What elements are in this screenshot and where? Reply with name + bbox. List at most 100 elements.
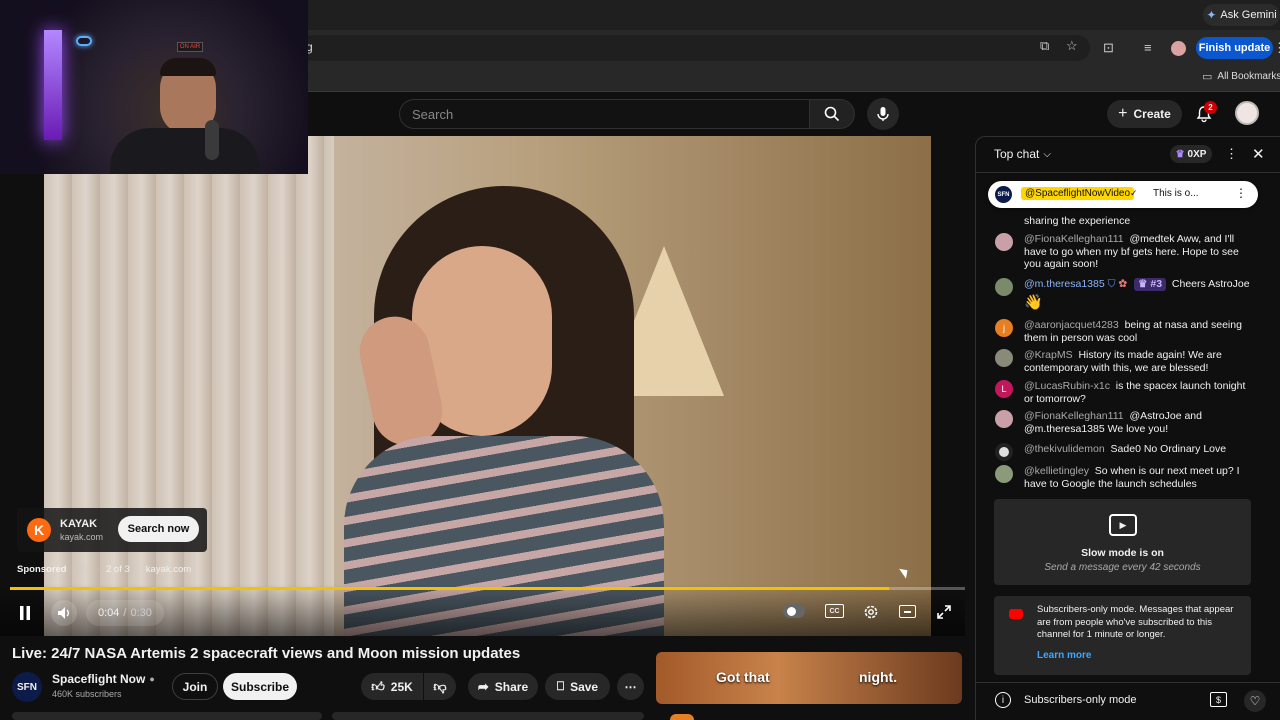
- slow-mode-subtitle: Send a message every 42 seconds: [1044, 562, 1201, 573]
- pause-button[interactable]: [14, 602, 36, 624]
- dot-separator: ·: [96, 564, 100, 575]
- time-total: 0:30: [130, 607, 152, 619]
- ask-gemini-button[interactable]: ✦ Ask Gemini: [1203, 4, 1280, 26]
- chat-message[interactable]: @KrapMS History its made again! We are c…: [995, 349, 1257, 374]
- subscribers-notice-text: Subscribers-only mode. Messages that app…: [1037, 604, 1234, 640]
- on-air-sign: ON AIR: [177, 42, 203, 52]
- member-badge-icon: ✿: [1118, 278, 1128, 290]
- info-icon[interactable]: i: [995, 692, 1011, 708]
- chat-avatar-letter: j: [1003, 322, 1005, 333]
- ad-card[interactable]: K KAYAK kayak.com Search now: [17, 508, 207, 552]
- chat-message[interactable]: @FionaKelleghan111 @AstroJoe and @m.ther…: [995, 410, 1257, 435]
- voice-search-button[interactable]: [867, 98, 899, 130]
- time-current: 0:04: [98, 607, 120, 619]
- microphone-icon: [877, 107, 889, 121]
- chat-message[interactable]: @FionaKelleghan111 @medtek Aww, and I'll…: [995, 233, 1257, 271]
- address-bar[interactable]: g ⧉ ☆: [300, 35, 1090, 61]
- notification-badge: 2: [1204, 101, 1217, 114]
- captions-button[interactable]: CC: [825, 604, 844, 618]
- chat-author[interactable]: @kellietingley: [1024, 465, 1089, 477]
- pinned-message[interactable]: SFN @SpaceflightNowVideo ✓ This is o... …: [988, 181, 1258, 208]
- bookmark-star-icon[interactable]: ☆: [1066, 38, 1078, 54]
- chat-message[interactable]: @thekivulidemon Sade0 No Ordinary Love: [995, 443, 1257, 461]
- dislike-button[interactable]: 👎︎: [424, 673, 456, 700]
- reading-list-icon[interactable]: ≡: [1144, 40, 1152, 55]
- join-button[interactable]: Join: [172, 673, 218, 700]
- channel-avatar-text: SFN: [17, 681, 37, 693]
- folder-icon: ▭: [1202, 71, 1213, 83]
- chat-author[interactable]: @aaronjacquet4283: [1024, 319, 1119, 331]
- partial-message: sharing the experience: [1024, 215, 1131, 227]
- pinned-menu-icon[interactable]: ⋮: [1235, 186, 1247, 200]
- learn-more-link[interactable]: Learn more: [1037, 650, 1091, 661]
- advertiser-domain: kayak.com: [60, 532, 104, 542]
- search-placeholder: Search: [412, 106, 454, 122]
- search-input[interactable]: Search: [399, 99, 809, 129]
- all-bookmarks[interactable]: ▭ All Bookmarks: [1202, 70, 1280, 83]
- recommendation-placeholder: [332, 712, 644, 720]
- video-frame[interactable]: [44, 136, 931, 636]
- more-actions-button[interactable]: ⋯: [617, 673, 644, 700]
- create-button[interactable]: + Create: [1107, 100, 1182, 128]
- slow-mode-card: ▶ Slow mode is on Send a message every 4…: [994, 499, 1251, 585]
- like-button[interactable]: 👍︎ 25K: [361, 673, 423, 700]
- settings-button[interactable]: [861, 602, 881, 622]
- pause-icon: [20, 606, 30, 620]
- search-now-button[interactable]: Search now: [118, 516, 199, 542]
- recommendation-thumbnail[interactable]: Got that night.: [656, 652, 962, 704]
- heart-reaction-button[interactable]: ♡: [1244, 690, 1266, 712]
- save-button[interactable]: ⎕ Save: [545, 673, 610, 700]
- chat-author[interactable]: @m.theresa1385: [1024, 278, 1105, 290]
- cast-icon[interactable]: ⧉: [1040, 38, 1049, 54]
- chat-author[interactable]: @FionaKelleghan111: [1024, 233, 1124, 245]
- xp-badge[interactable]: ♛ 0XP: [1170, 145, 1212, 163]
- chat-menu-icon[interactable]: ⋮: [1225, 146, 1238, 162]
- channel-name[interactable]: Spaceflight Now: [52, 672, 145, 686]
- chat-message[interactable]: @kellietingley So when is our next meet …: [995, 465, 1257, 490]
- close-chat-button[interactable]: ✕: [1252, 145, 1265, 163]
- channel-avatar[interactable]: SFN: [12, 672, 42, 702]
- curtain: [44, 136, 334, 636]
- chat-avatar: [995, 443, 1013, 461]
- chat-mode-selector[interactable]: Top chat ⌵: [994, 147, 1051, 161]
- channel-name-row[interactable]: Spaceflight Now ●: [52, 672, 155, 686]
- browser-menu-icon[interactable]: ⋮: [1273, 40, 1280, 56]
- chat-mode-label: Top chat: [994, 147, 1040, 161]
- autoplay-toggle[interactable]: [783, 604, 805, 618]
- thumbnail-caption-right: night.: [859, 669, 898, 685]
- super-chat-button[interactable]: $: [1210, 692, 1227, 707]
- chat-author[interactable]: @KrapMS: [1024, 349, 1073, 361]
- recommendation-channel-avatar[interactable]: [670, 714, 694, 720]
- chat-avatar-letter: L: [1001, 383, 1007, 394]
- notifications-button[interactable]: 2: [1193, 101, 1217, 125]
- streamer-body: [110, 128, 260, 174]
- ad-domain-link[interactable]: kayak.com: [146, 564, 191, 575]
- ask-gemini-label: Ask Gemini: [1220, 9, 1277, 21]
- thumbs-up-icon: 👍︎: [371, 678, 385, 694]
- chat-message[interactable]: @m.theresa1385 ⛉ ✿ ♛ #3 Cheers AstroJoe …: [995, 278, 1257, 313]
- chat-author[interactable]: @LucasRubin-x1c: [1024, 380, 1110, 392]
- slow-mode-title: Slow mode is on: [1081, 547, 1164, 559]
- finish-update-label: Finish update: [1198, 42, 1271, 54]
- theater-mode-button[interactable]: [899, 605, 916, 618]
- profile-avatar[interactable]: [1171, 41, 1186, 56]
- time-separator: /: [123, 607, 127, 619]
- chat-footer-divider: [976, 682, 1280, 683]
- search-button[interactable]: [809, 99, 855, 129]
- chat-message[interactable]: L @LucasRubin-x1c is the spacex launch t…: [995, 380, 1257, 405]
- sponsored-label: Sponsored: [17, 564, 67, 575]
- fullscreen-button[interactable]: [935, 603, 953, 621]
- finish-update-button[interactable]: Finish update: [1196, 37, 1273, 59]
- tab-search-icon[interactable]: ⊡: [1103, 40, 1114, 56]
- chat-message[interactable]: j @aaronjacquet4283 being at nasa and se…: [995, 319, 1257, 344]
- account-avatar[interactable]: [1235, 101, 1259, 125]
- pinned-avatar-text: SFN: [997, 191, 1010, 198]
- chat-author[interactable]: @FionaKelleghan111: [1024, 410, 1124, 422]
- chat-author[interactable]: @thekivulidemon: [1024, 443, 1105, 455]
- share-button[interactable]: ➦ Share: [468, 673, 538, 700]
- info-icon[interactable]: ⓘ: [82, 563, 91, 576]
- volume-button[interactable]: [51, 600, 77, 626]
- subscribe-label: Subscribe: [230, 679, 290, 694]
- progress-played: [10, 587, 889, 590]
- subscribe-button[interactable]: Subscribe: [223, 673, 297, 700]
